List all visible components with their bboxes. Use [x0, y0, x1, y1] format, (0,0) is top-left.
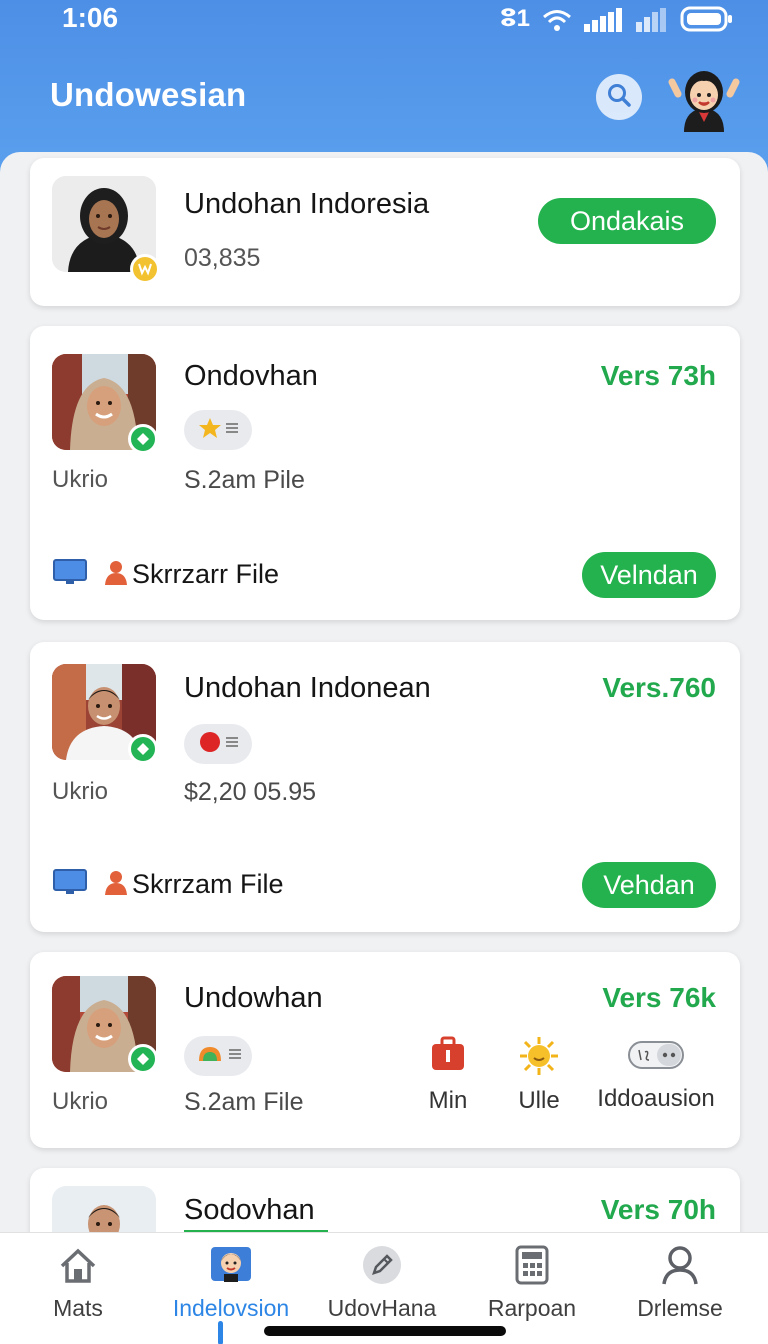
user-icon: [104, 869, 128, 900]
card-title: Undohan Indonean: [184, 672, 431, 704]
list-card[interactable]: Ukrio Ondovhan Vers 73h S.2am Pile Skrrz…: [30, 326, 740, 620]
card-subtitle: $2,20 05.95: [184, 778, 317, 806]
nav-label: Rarpoan: [487, 1295, 577, 1321]
list-card[interactable]: Sodovhan Vers 70h: [30, 1168, 740, 1234]
card-side-label: Ukrio: [52, 778, 109, 805]
monitor-icon: [52, 868, 90, 901]
weather-chip: [184, 1036, 252, 1076]
nav-label: Mats: [53, 1295, 103, 1321]
card-footer: Skrrzam File: [52, 864, 284, 904]
lines-icon: [225, 735, 239, 753]
profile-avatar[interactable]: [668, 64, 740, 132]
sun-icon: [519, 1036, 559, 1081]
app-header: 1:06 ⵓ1 Undowesian: [0, 0, 768, 175]
nav-label: UdovHana: [327, 1295, 437, 1321]
card-version: Vers 73h: [600, 360, 716, 391]
quick-action-label: Min: [428, 1087, 468, 1114]
footer-label: Skrrzarr File: [132, 558, 279, 589]
action-button[interactable]: Vehdan: [582, 862, 716, 908]
card-side-label: Ukrio: [52, 1088, 109, 1115]
status-icons: ⵓ1: [500, 6, 734, 32]
card-title: Undowhan: [184, 982, 323, 1014]
calculator-icon: [515, 1233, 549, 1285]
card-title: Ondovhan: [184, 360, 318, 392]
nav-item-udovhana[interactable]: UdovHana: [324, 1233, 440, 1333]
search-button[interactable]: [596, 74, 642, 120]
lines-icon: [225, 421, 239, 439]
quick-action-min[interactable]: Min: [426, 1036, 470, 1115]
card-version: Vers 76k: [602, 982, 716, 1013]
quick-action-label: Ulle: [518, 1087, 560, 1114]
status-time: 1:06: [62, 2, 119, 33]
card-version: Vers 70h: [600, 1194, 716, 1225]
card-title: Sodovhan: [184, 1194, 315, 1226]
card-subtitle: S.2am File: [184, 1088, 304, 1116]
online-badge-icon: [128, 424, 158, 454]
online-badge-icon: [128, 734, 158, 764]
nav-item-rarpoan[interactable]: Rarpoan: [484, 1233, 580, 1333]
character-icon: [209, 1233, 253, 1285]
chat-bubble-icon: [627, 1038, 685, 1077]
verified-badge-icon: [130, 254, 160, 284]
nav-item-indelovsion[interactable]: Indelovsion: [164, 1233, 298, 1333]
app-title: Undowesian: [50, 76, 247, 113]
search-icon: [606, 82, 632, 113]
star-icon: [198, 417, 222, 444]
card-subtitle: S.2am Pile: [184, 466, 305, 494]
nav-item-mats[interactable]: Mats: [36, 1233, 120, 1333]
monitor-icon: [52, 558, 90, 591]
cell-signal-icon: [584, 8, 624, 32]
quick-action-iddoausion[interactable]: Iddoausion: [596, 1038, 716, 1113]
quick-action-ulle[interactable]: Ulle: [516, 1036, 562, 1115]
wifi-icon: [542, 8, 572, 32]
list-card[interactable]: Ukrio Undowhan Vers 76k S.2am File Min U…: [30, 952, 740, 1148]
nav-label: Drlemse: [637, 1295, 723, 1321]
house-icon: [59, 1233, 97, 1285]
signal-text: ⵓ1: [500, 5, 530, 32]
status-bar: 1:06 ⵓ1: [0, 0, 768, 40]
card-subtitle: 03,835: [184, 244, 261, 272]
card-title: Undohan Indoresia: [184, 188, 430, 220]
cloud-sun-icon: [195, 1043, 225, 1070]
action-button[interactable]: Ondakais: [538, 198, 716, 244]
rating-chip: [184, 410, 252, 450]
nav-label: Indelovsion: [172, 1295, 290, 1321]
status-chip: [184, 724, 252, 764]
action-button[interactable]: Velndan: [582, 552, 716, 598]
list-card[interactable]: Ukrio Undohan Indonean Vers.760 $2,20 05…: [30, 642, 740, 932]
card-version: Vers.760: [602, 672, 716, 703]
card-side-label: Ukrio: [52, 466, 109, 493]
bag-icon: [430, 1036, 466, 1077]
footer-label: Skrrzam File: [132, 868, 284, 899]
home-indicator[interactable]: [264, 1326, 506, 1336]
user-icon: [104, 559, 128, 590]
nav-item-drlemse[interactable]: Drlemse: [630, 1233, 730, 1333]
person-icon: [661, 1233, 699, 1285]
card-footer: Skrrzarr File: [52, 554, 279, 594]
active-tab-indicator: [218, 1321, 223, 1344]
online-badge-icon: [128, 1044, 158, 1074]
profile-photo: [52, 1186, 156, 1234]
lines-icon: [228, 1047, 242, 1065]
pencil-icon: [362, 1233, 402, 1285]
red-dot-icon: [198, 730, 222, 759]
list-card[interactable]: Undohan Indoresia 03,835 Ondakais: [30, 158, 740, 306]
quick-action-label: Iddoausion: [597, 1085, 715, 1112]
cell-signal-2-icon: [636, 8, 668, 32]
content-list[interactable]: Undohan Indoresia 03,835 Ondakais Ukrio …: [0, 152, 768, 1234]
battery-icon: [680, 6, 734, 32]
